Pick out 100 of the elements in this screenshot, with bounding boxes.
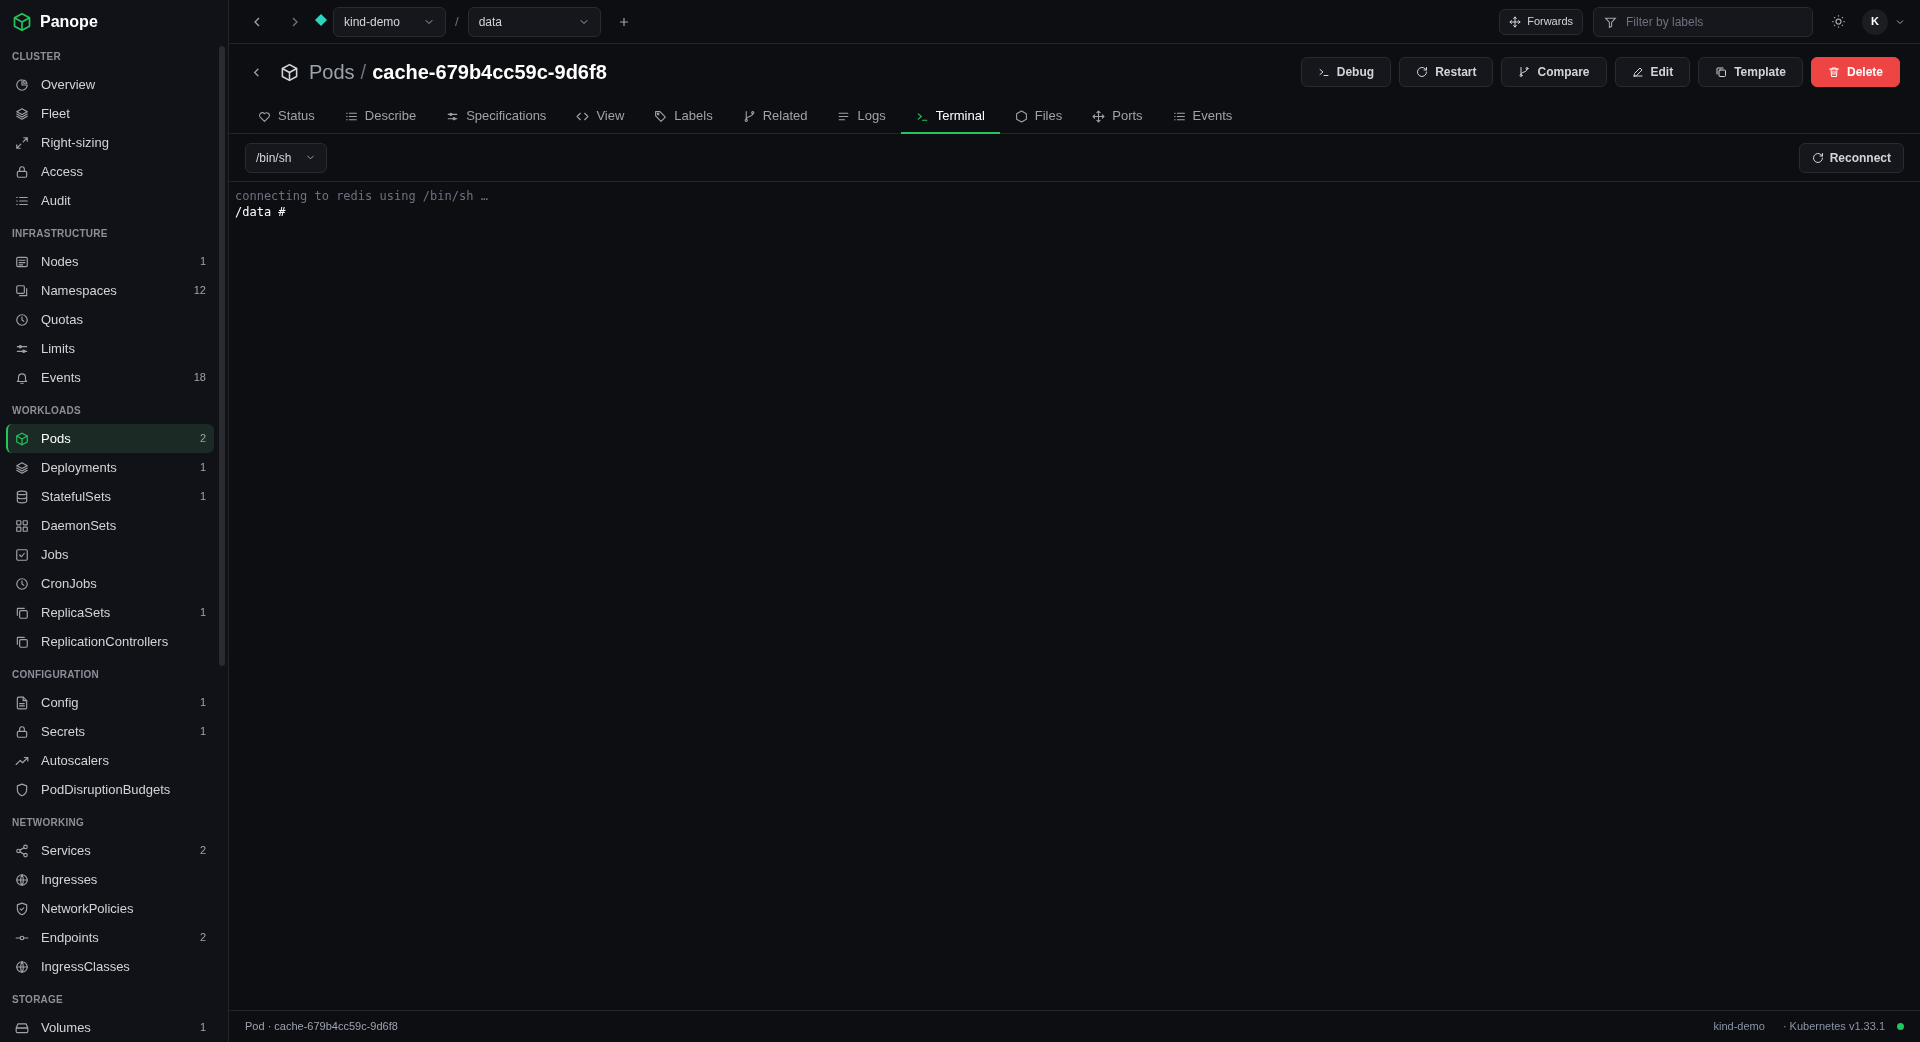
item-count: 2	[199, 930, 206, 946]
terminal-line: connecting to redis using /bin/sh …	[235, 188, 489, 204]
sidebar-item[interactable]: Pods 2	[6, 424, 214, 453]
sidebar-item[interactable]: Limits	[6, 334, 214, 363]
tab[interactable]: View	[561, 100, 640, 134]
shell-select[interactable]: /bin/sh	[245, 142, 328, 173]
tab[interactable]: Status	[243, 100, 330, 134]
breadcrumb-link[interactable]: Pods	[309, 57, 355, 87]
share-icon	[15, 843, 29, 858]
cube-icon	[280, 62, 299, 82]
stacked-squares-icon	[15, 283, 29, 298]
sidebar-item[interactable]: CronJobs	[6, 569, 214, 598]
sidebar-item[interactable]: PodDisruptionBudgets	[6, 775, 214, 804]
cube-icon	[12, 12, 32, 32]
forwards-button[interactable]: Forwards	[1499, 8, 1583, 35]
tab[interactable]: Terminal	[900, 100, 1000, 134]
item-count: 1	[199, 605, 206, 621]
user-avatar[interactable]: K	[1862, 8, 1888, 35]
sidebar-item[interactable]: Volumes 1	[6, 1013, 214, 1042]
action-button[interactable]: Delete	[1810, 57, 1900, 87]
action-button[interactable]: Compare	[1501, 57, 1607, 87]
copy-icon	[15, 634, 29, 649]
terminal-line: /data #	[235, 204, 287, 220]
sidebar-item[interactable]: Secrets 1	[6, 717, 214, 746]
filter-field[interactable]: Filter by labels	[1593, 6, 1813, 37]
tab[interactable]: Labels	[639, 100, 728, 134]
sidebar-item[interactable]: Events 18	[6, 363, 214, 392]
status-resource: Pod · cache-679b4cc59c-9d6f8	[245, 1019, 398, 1035]
tab[interactable]: Logs	[822, 100, 901, 134]
tab[interactable]: Events	[1157, 100, 1248, 134]
tab[interactable]: Related	[727, 100, 823, 134]
sidebar-item[interactable]: Autoscalers	[6, 746, 214, 775]
refresh-icon	[1416, 66, 1429, 78]
tab[interactable]: Specifications	[431, 100, 562, 134]
item-count: 1	[199, 1020, 206, 1036]
item-count: 1	[199, 460, 206, 476]
cube-icon	[15, 431, 29, 446]
sidebar-item[interactable]: Services 2	[6, 836, 214, 865]
sidebar-item[interactable]: Audit	[6, 186, 214, 215]
section-heading: CONFIGURATION	[11, 668, 100, 682]
sidebar-item[interactable]: Endpoints 2	[6, 923, 214, 952]
item-count: 1	[199, 724, 206, 740]
globe-icon	[15, 872, 29, 887]
section-heading: STORAGE	[11, 993, 65, 1007]
item-count: 2	[199, 431, 206, 447]
tab[interactable]: Describe	[329, 100, 432, 134]
section-heading: INFRASTRUCTURE	[11, 227, 109, 241]
tab[interactable]: Files	[999, 100, 1078, 134]
section-heading: CLUSTER	[11, 50, 62, 64]
status-version: · Kubernetes v1.33.1	[1782, 1019, 1885, 1035]
filter-icon	[1604, 15, 1617, 29]
namespace-select[interactable]: data	[467, 6, 601, 37]
sidebar-item[interactable]: Config 1	[6, 688, 214, 717]
item-count: 1	[199, 254, 206, 270]
copy-icon	[1715, 66, 1728, 78]
branch-icon	[742, 109, 756, 123]
database-icon	[15, 489, 29, 504]
sidebar-item[interactable]: Jobs	[6, 540, 214, 569]
sidebar-item[interactable]: Overview	[6, 70, 214, 99]
action-button[interactable]: Edit	[1614, 57, 1691, 87]
sidebar-item[interactable]: Namespaces 12	[6, 276, 214, 305]
breadcrumb-separator: /	[360, 60, 367, 85]
sidebar-item[interactable]: Nodes 1	[6, 247, 214, 276]
item-count: 1	[199, 695, 206, 711]
reconnect-button[interactable]: Reconnect	[1798, 142, 1904, 173]
action-button[interactable]: Template	[1698, 57, 1803, 87]
sidebar-item[interactable]: ReplicationControllers	[6, 627, 214, 656]
sidebar-item[interactable]: Ingresses	[6, 865, 214, 894]
shield-check-icon	[15, 901, 29, 916]
sidebar-item[interactable]: Quotas	[6, 305, 214, 334]
pie-chart-icon	[15, 77, 29, 92]
sidebar-item[interactable]: IngressClasses	[6, 952, 214, 981]
sidebar-item[interactable]: ReplicaSets 1	[6, 598, 214, 627]
sidebar-item[interactable]: StatefulSets 1	[6, 482, 214, 511]
clock-icon	[15, 576, 29, 591]
sidebar-item[interactable]: DaemonSets	[6, 511, 214, 540]
action-button[interactable]: Restart	[1399, 57, 1494, 87]
sidebar-item[interactable]: NetworkPolicies	[6, 894, 214, 923]
item-count: 2	[199, 843, 206, 859]
move-icon	[1092, 109, 1106, 123]
sidebar-item[interactable]: Access	[6, 157, 214, 186]
tab[interactable]: Ports	[1077, 100, 1158, 134]
cluster-select[interactable]: kind-demo	[333, 6, 446, 37]
grid-icon	[15, 518, 29, 533]
sidebar-item[interactable]: Deployments 1	[6, 453, 214, 482]
sidebar-item[interactable]: Right-sizing	[6, 128, 214, 157]
lock-icon	[15, 724, 29, 739]
scrollbar-thumb[interactable]	[219, 46, 225, 666]
breadcrumb-separator: /	[455, 12, 459, 31]
sun-icon[interactable]	[1831, 14, 1846, 29]
sidebar-item[interactable]: Fleet	[6, 99, 214, 128]
item-count: 18	[193, 370, 206, 386]
trash-icon	[1827, 66, 1840, 78]
branch-icon	[1518, 66, 1531, 78]
layers-icon	[15, 460, 29, 475]
status-cluster: kind-demo	[1713, 1019, 1765, 1035]
section-heading: NETWORKING	[11, 816, 85, 830]
item-count: 12	[193, 283, 206, 299]
move-icon	[1509, 15, 1522, 28]
action-button[interactable]: Debug	[1300, 57, 1392, 87]
